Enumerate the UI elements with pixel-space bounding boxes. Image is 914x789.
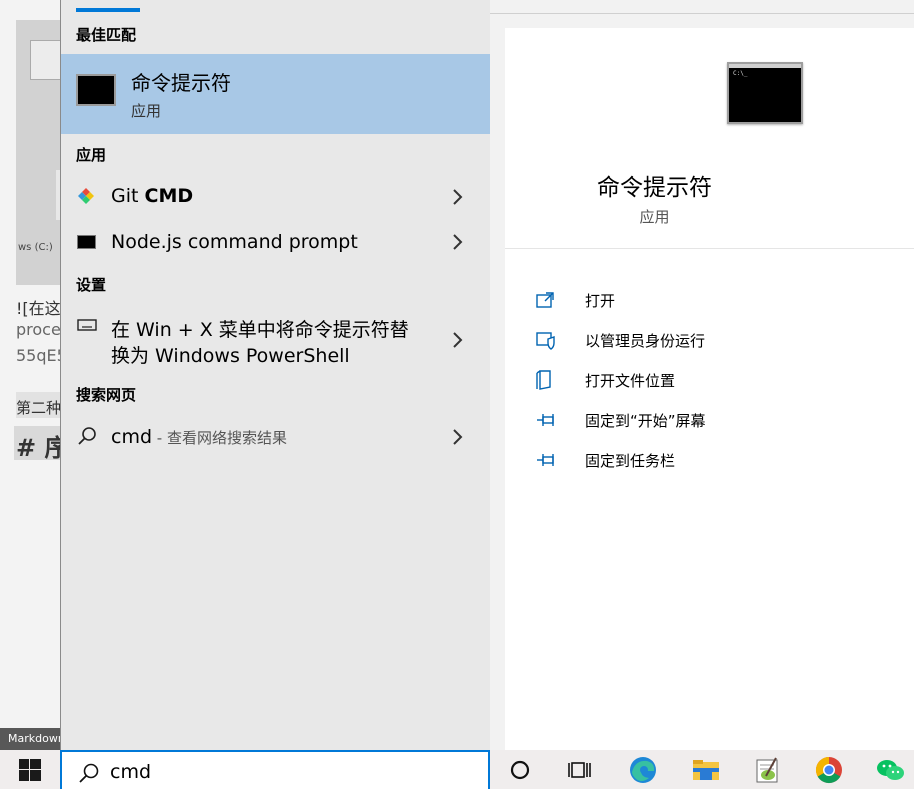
cmd-icon: [76, 74, 116, 106]
action-open[interactable]: 打开: [535, 287, 895, 313]
result-web-search-label: cmd - 查看网络搜索结果: [111, 426, 287, 448]
taskbar-search-box[interactable]: cmd: [60, 750, 490, 789]
edge-icon[interactable]: [627, 754, 659, 786]
result-node-cmd[interactable]: Node.js command prompt: [61, 226, 491, 260]
git-icon: [78, 188, 94, 204]
windows-logo-icon: [19, 759, 41, 781]
result-node-cmd-label: Node.js command prompt: [111, 231, 358, 253]
file-explorer-icon[interactable]: [690, 754, 722, 786]
taskbar: cmd: [0, 750, 914, 789]
background-editor: ws (C:) ![在这里 proces 55qE5 第二种 # 序 Markd…: [0, 0, 62, 750]
best-match-item[interactable]: 命令提示符 应用: [61, 54, 491, 134]
search-tab-strip: [490, 0, 914, 14]
best-match-title: 命令提示符: [131, 71, 231, 95]
action-run-as-admin-label: 以管理员身份运行: [585, 332, 706, 350]
action-pin-taskbar[interactable]: 固定到任务栏: [535, 447, 895, 473]
settings-header: 设置: [76, 276, 107, 294]
result-setting-line1: 在 Win + X 菜单中将命令提示符替: [111, 319, 409, 341]
web-search-header: 搜索网页: [76, 386, 137, 404]
open-icon: [536, 292, 554, 308]
action-pin-start[interactable]: 固定到“开始”屏幕: [535, 407, 895, 433]
result-git-cmd-label-plain: Git: [111, 185, 145, 207]
keyboard-icon: [77, 319, 97, 331]
active-tab-indicator: [76, 8, 140, 12]
preview-pane: C:\_ 命令提示符 应用 打开 以管理员身份运行 打开文件位置 固定到“开始”…: [490, 14, 914, 750]
background-text-line: 第二种: [16, 399, 62, 417]
search-icon: [79, 763, 99, 783]
result-setting-line2: 换为 Windows PowerShell: [111, 345, 350, 367]
result-web-search[interactable]: cmd - 查看网络搜索结果: [61, 421, 491, 455]
search-input[interactable]: cmd: [110, 761, 151, 783]
notepad-plus-icon[interactable]: [752, 754, 784, 786]
web-search-query: cmd: [111, 426, 153, 448]
background-drive-label: ws (C:): [18, 242, 53, 253]
preview-subtitle: 应用: [639, 208, 670, 226]
result-git-cmd-label: Git CMD: [111, 185, 193, 207]
wechat-icon[interactable]: [874, 754, 906, 786]
background-text-line: proces: [16, 320, 62, 339]
node-cmd-icon: [77, 235, 96, 249]
action-pin-start-label: 固定到“开始”屏幕: [585, 412, 706, 430]
best-match-subtitle: 应用: [131, 102, 162, 120]
background-status-bar: Markdown: [0, 728, 62, 750]
cortana-icon[interactable]: [504, 754, 536, 786]
search-icon: [78, 427, 96, 445]
task-view-icon[interactable]: [564, 754, 596, 786]
pin-icon: [537, 454, 554, 466]
chrome-icon[interactable]: [813, 754, 845, 786]
background-text-line: 55qE5: [16, 346, 62, 365]
background-text-line: ![在这里: [16, 299, 62, 318]
action-run-as-admin[interactable]: 以管理员身份运行: [535, 327, 895, 353]
action-open-label: 打开: [585, 292, 616, 310]
preview-divider: [505, 248, 914, 249]
shield-icon: [536, 332, 555, 350]
web-search-suffix: - 查看网络搜索结果: [152, 429, 287, 447]
background-screenshot-image: ws (C:): [16, 20, 62, 285]
action-open-file-location-label: 打开文件位置: [585, 372, 676, 390]
search-results-panel: 最佳匹配 命令提示符 应用 应用 Git CMD Node.js command…: [60, 0, 491, 750]
preview-card: C:\_ 命令提示符 应用 打开 以管理员身份运行 打开文件位置 固定到“开始”…: [505, 28, 914, 750]
background-heading: # 序: [16, 434, 62, 462]
action-pin-taskbar-label: 固定到任务栏: [585, 452, 676, 470]
action-open-file-location[interactable]: 打开文件位置: [535, 367, 895, 393]
cmd-icon-titlebar: [729, 64, 801, 68]
chevron-right-icon[interactable]: [451, 427, 463, 447]
cmd-icon-prompt: C:\_: [733, 70, 748, 77]
background-thumbnail: [30, 40, 62, 80]
cmd-icon: C:\_: [727, 62, 803, 124]
result-setting-winx[interactable]: 在 Win + X 菜单中将命令提示符替 换为 Windows PowerShe…: [61, 310, 491, 370]
chevron-right-icon[interactable]: [451, 232, 463, 252]
best-match-header: 最佳匹配: [76, 26, 137, 44]
result-git-cmd-label-bold: CMD: [144, 185, 194, 207]
chevron-right-icon[interactable]: [451, 330, 463, 350]
start-button[interactable]: [0, 750, 60, 789]
preview-title: 命令提示符: [597, 175, 712, 201]
file-location-icon: [536, 370, 551, 390]
apps-header: 应用: [76, 146, 107, 164]
pin-icon: [537, 414, 554, 426]
